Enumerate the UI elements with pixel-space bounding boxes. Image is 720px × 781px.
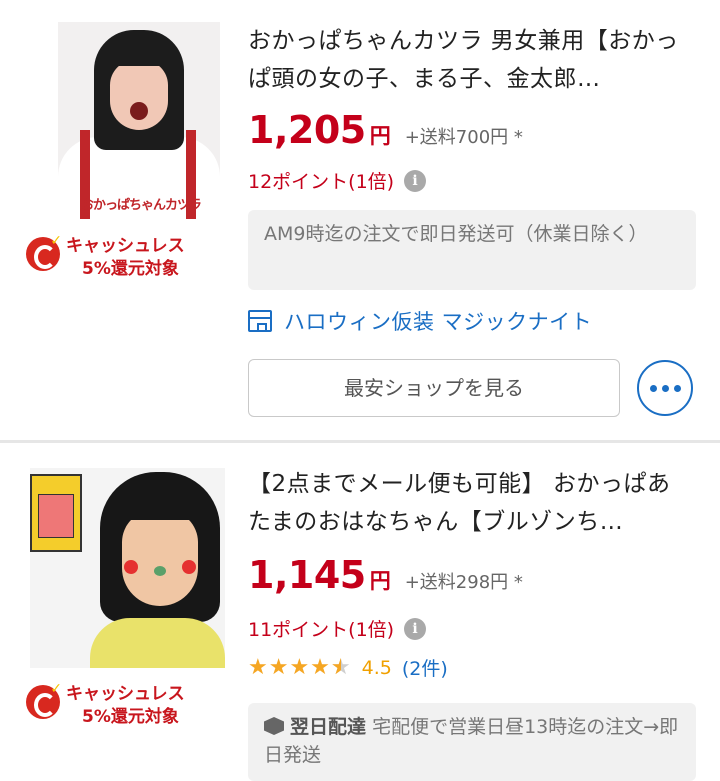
- more-options-button[interactable]: [637, 360, 693, 416]
- shop-link[interactable]: ハロウィン仮装 マジックナイト: [248, 306, 592, 336]
- info-icon[interactable]: i: [404, 617, 427, 640]
- price-row: 1,205 円 +送料700円 *: [248, 108, 523, 152]
- review-count-link[interactable]: (2件): [402, 654, 448, 681]
- more-dots-icon: [661, 384, 669, 392]
- points-row: 12ポイント(1倍) i: [248, 167, 427, 194]
- points: 12ポイント(1倍): [248, 171, 395, 193]
- cashless-line1: キャッシュレス: [66, 236, 185, 256]
- image-package: [30, 474, 82, 552]
- cashless-text: キャッシュレス 5%還元対象: [66, 683, 185, 729]
- delivery-note: 翌日配達 宅配便で営業日昼13時迄の注文→即日発送: [248, 703, 696, 781]
- rating-value: 4.5: [361, 656, 392, 679]
- cashless-line2: 5%還元対象: [82, 707, 179, 727]
- cashless-text: キャッシュレス 5%還元対象: [66, 235, 185, 281]
- cashless-line2: 5%還元対象: [82, 259, 179, 279]
- image-cheek: [124, 560, 138, 574]
- image-nose: [154, 566, 166, 576]
- cheapest-shop-button[interactable]: 最安ショップを見る: [248, 359, 620, 417]
- store-icon: [248, 310, 272, 332]
- currency: 円: [369, 124, 391, 148]
- image-bangs: [112, 498, 208, 520]
- star-rating: ★★★★★: [248, 655, 352, 680]
- box-icon: [264, 717, 284, 735]
- shipping-fee: +送料700円 *: [404, 127, 523, 148]
- image-shirt: [90, 618, 225, 668]
- more-dots-icon: [673, 384, 681, 392]
- divider: [0, 440, 720, 443]
- product-title[interactable]: おかっぱちゃんカツラ 男女兼用【おかっぱ頭の女の子、まる子、金太郎…: [248, 22, 688, 98]
- points-row: 11ポイント(1倍) i: [248, 615, 427, 642]
- image-bangs: [104, 48, 174, 66]
- image-face: [122, 510, 198, 606]
- cashless-badge: キャッシュレス 5%還元対象: [26, 233, 185, 281]
- image-cheek: [182, 560, 196, 574]
- product-title[interactable]: 【2点までメール便も可能】 おかっぱあたまのおはなちゃん【ブルゾンち…: [248, 465, 688, 541]
- shipping-fee: +送料298円 *: [404, 572, 523, 593]
- cashless-c-icon: [26, 233, 62, 271]
- cashless-badge: キャッシュレス 5%還元対象: [26, 681, 185, 729]
- more-dots-icon: [649, 384, 657, 392]
- image-caption: おかっぱちゃんカツラ: [80, 198, 202, 213]
- price-row: 1,145 円 +送料298円 *: [248, 553, 523, 597]
- half-star-icon: ★: [331, 655, 352, 680]
- cashless-c-icon: [26, 681, 62, 719]
- price: 1,205: [248, 108, 366, 152]
- image-mouth: [130, 102, 148, 120]
- currency: 円: [369, 569, 391, 593]
- points: 11ポイント(1倍): [248, 619, 395, 641]
- shipping-note: AM9時迄の注文で即日発送可（休業日除く）: [248, 210, 696, 290]
- cashless-line1: キャッシュレス: [66, 684, 185, 704]
- product-image[interactable]: [30, 468, 225, 668]
- price: 1,145: [248, 553, 366, 597]
- shop-name[interactable]: ハロウィン仮装 マジックナイト: [284, 306, 592, 336]
- rating-row[interactable]: ★★★★★ 4.5 (2件): [248, 654, 448, 681]
- nextday-label: 翌日配達: [290, 716, 367, 738]
- product-image[interactable]: おかっぱちゃんカツラ: [58, 22, 220, 219]
- product-card: おかっぱちゃんカツラ キャッシュレス 5%還元対象 おかっぱちゃんカツラ 男女兼…: [0, 0, 720, 440]
- info-icon[interactable]: i: [404, 169, 427, 192]
